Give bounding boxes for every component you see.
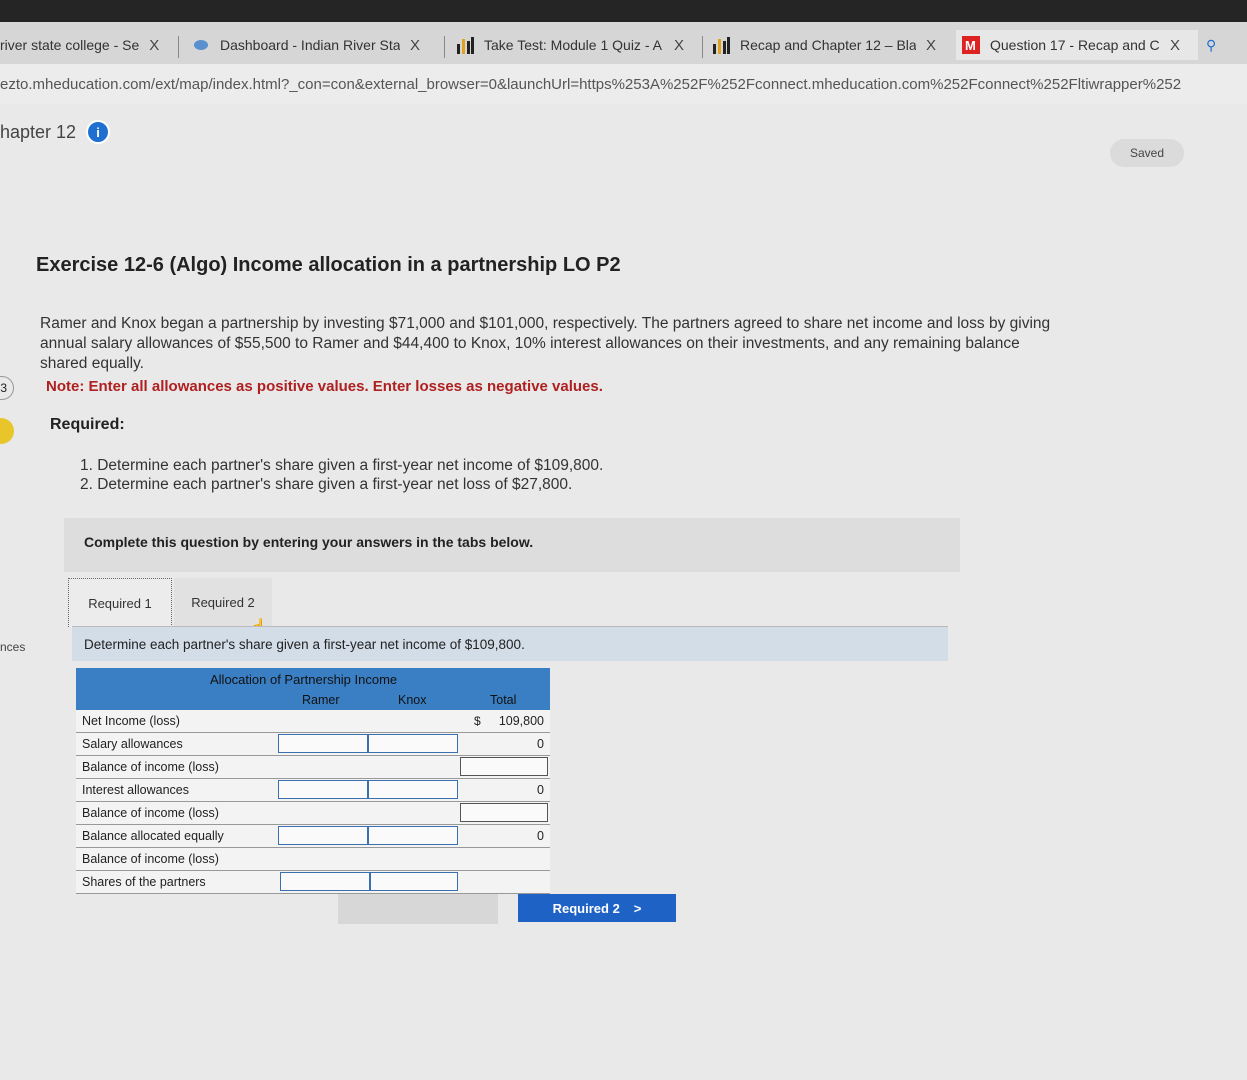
tab-label: Recap and Chapter 12 – Black bbox=[740, 37, 916, 53]
balance-total-input[interactable] bbox=[460, 757, 548, 776]
ramer-equal-input[interactable] bbox=[278, 826, 368, 845]
previous-button[interactable] bbox=[338, 894, 498, 924]
row-label: Balance of income (loss) bbox=[82, 806, 219, 820]
table-row: Shares of the partners bbox=[76, 871, 550, 894]
knox-equal-input[interactable] bbox=[368, 826, 458, 845]
row-label: Interest allowances bbox=[82, 783, 190, 797]
column-header-knox: Knox bbox=[398, 693, 427, 707]
close-icon[interactable]: X bbox=[149, 37, 159, 54]
blackboard-icon bbox=[192, 36, 210, 54]
table-row: Balance of income (loss) bbox=[76, 756, 550, 779]
ramer-share-input[interactable] bbox=[280, 872, 370, 891]
tab-label: Dashboard - Indian River Sta bbox=[220, 37, 400, 53]
prompt-text: Determine each partner's share given a f… bbox=[84, 637, 525, 652]
prompt-bar: Determine each partner's share given a f… bbox=[72, 626, 948, 661]
tab-separator bbox=[702, 36, 703, 58]
mcgraw-m-icon: M bbox=[962, 36, 980, 54]
column-header-ramer: Ramer bbox=[302, 693, 340, 707]
table-row: Net Income (loss) $ 109,800 bbox=[76, 710, 550, 733]
required-item-2: 2. Determine each partner's share given … bbox=[80, 476, 573, 493]
row-label: Balance of income (loss) bbox=[82, 852, 219, 866]
info-icon[interactable]: i bbox=[86, 120, 111, 144]
column-header-total: Total bbox=[490, 693, 517, 707]
tab-label: Take Test: Module 1 Quiz - A bbox=[484, 37, 662, 53]
ramer-salary-input[interactable] bbox=[278, 734, 368, 753]
table-title: Allocation of Partnership Income bbox=[210, 672, 398, 687]
page-content: hapter 12 i Saved 3 nces Exercise 12-6 (… bbox=[0, 104, 1247, 1080]
chevron-right-icon: > bbox=[633, 900, 642, 916]
tab-required-1[interactable]: Required 1 bbox=[68, 578, 172, 627]
required-heading: Required: bbox=[50, 416, 125, 433]
row-label: Shares of the partners bbox=[82, 875, 206, 889]
knox-share-input[interactable] bbox=[370, 872, 458, 891]
table-row: Balance of income (loss) bbox=[76, 802, 550, 825]
allocation-table: Allocation of Partnership Income Ramer K… bbox=[76, 668, 550, 894]
url-text[interactable]: ezto.mheducation.com/ext/map/index.html?… bbox=[0, 76, 1247, 93]
saved-status: Saved bbox=[1110, 139, 1184, 167]
tab-separator bbox=[444, 36, 445, 58]
tab-label: Question 17 - Recap and Cha bbox=[990, 37, 1160, 53]
close-icon[interactable]: X bbox=[674, 37, 684, 54]
table-row: Interest allowances 0 bbox=[76, 779, 550, 802]
instruction-banner: Complete this question by entering your … bbox=[64, 518, 960, 572]
tab-label: river state college - Se bbox=[0, 37, 140, 53]
browser-tab-5-active[interactable]: M Question 17 - Recap and Cha X bbox=[956, 30, 1198, 60]
table-row: Balance allocated equally 0 bbox=[76, 825, 550, 848]
browser-tab-3[interactable]: Take Test: Module 1 Quiz - A X bbox=[456, 30, 696, 60]
question-number-badge[interactable]: 3 bbox=[0, 376, 14, 400]
instruction-text: Complete this question by entering your … bbox=[84, 534, 534, 550]
total-value: 0 bbox=[537, 783, 544, 797]
chart-bars-icon bbox=[456, 36, 474, 54]
knox-salary-input[interactable] bbox=[368, 734, 458, 753]
browser-tab-1[interactable]: river state college - Se X bbox=[0, 30, 172, 60]
close-icon[interactable]: X bbox=[926, 37, 936, 54]
exercise-description: Ramer and Knox began a partnership by in… bbox=[40, 315, 1051, 372]
next-required-button[interactable]: Required 2 > bbox=[518, 894, 676, 922]
table-header: Allocation of Partnership Income Ramer K… bbox=[76, 668, 550, 710]
side-nav-label[interactable]: nces bbox=[0, 640, 25, 654]
row-label: Balance allocated equally bbox=[82, 829, 224, 843]
browser-tab-bar: river state college - Se X Dashboard - I… bbox=[0, 22, 1247, 64]
browser-tab-4[interactable]: Recap and Chapter 12 – Black X bbox=[712, 30, 948, 60]
table-row: Salary allowances 0 bbox=[76, 733, 550, 756]
exercise-note: Note: Enter all allowances as positive v… bbox=[46, 378, 603, 395]
address-bar[interactable]: ezto.mheducation.com/ext/map/index.html?… bbox=[0, 64, 1247, 104]
row-label: Salary allowances bbox=[82, 737, 183, 751]
close-icon[interactable]: X bbox=[1170, 37, 1180, 54]
svg-text:M: M bbox=[965, 38, 976, 53]
close-icon[interactable]: X bbox=[410, 37, 420, 54]
row-label: Balance of income (loss) bbox=[82, 760, 219, 774]
currency-symbol: $ bbox=[474, 714, 481, 728]
tab-separator bbox=[178, 36, 179, 58]
required-item-1: 1. Determine each partner's share given … bbox=[80, 457, 604, 474]
required-tabs: Required 1 Required 2 ☝ bbox=[68, 578, 948, 638]
chart-bars-icon bbox=[712, 36, 730, 54]
table-row: Balance of income (loss) bbox=[76, 848, 550, 871]
balance-total-input[interactable] bbox=[460, 803, 548, 822]
total-value: 109,800 bbox=[498, 714, 544, 728]
flag-dot-icon[interactable] bbox=[0, 418, 14, 444]
browser-tab-2[interactable]: Dashboard - Indian River Sta X bbox=[192, 30, 432, 60]
chapter-header: hapter 12 i bbox=[0, 120, 111, 144]
search-icon: ⚲ bbox=[1206, 36, 1217, 53]
ramer-interest-input[interactable] bbox=[278, 780, 368, 799]
total-value: 0 bbox=[537, 737, 544, 751]
chapter-title: hapter 12 bbox=[0, 121, 77, 142]
knox-interest-input[interactable] bbox=[368, 780, 458, 799]
required-list: 1. Determine each partner's share given … bbox=[80, 456, 603, 494]
next-label: Required 2 bbox=[552, 900, 620, 916]
exercise-title: Exercise 12-6 (Algo) Income allocation i… bbox=[36, 254, 621, 276]
total-value: 0 bbox=[537, 829, 544, 843]
search-tabs-button[interactable]: ⚲ bbox=[1206, 30, 1246, 60]
row-label: Net Income (loss) bbox=[82, 714, 180, 728]
